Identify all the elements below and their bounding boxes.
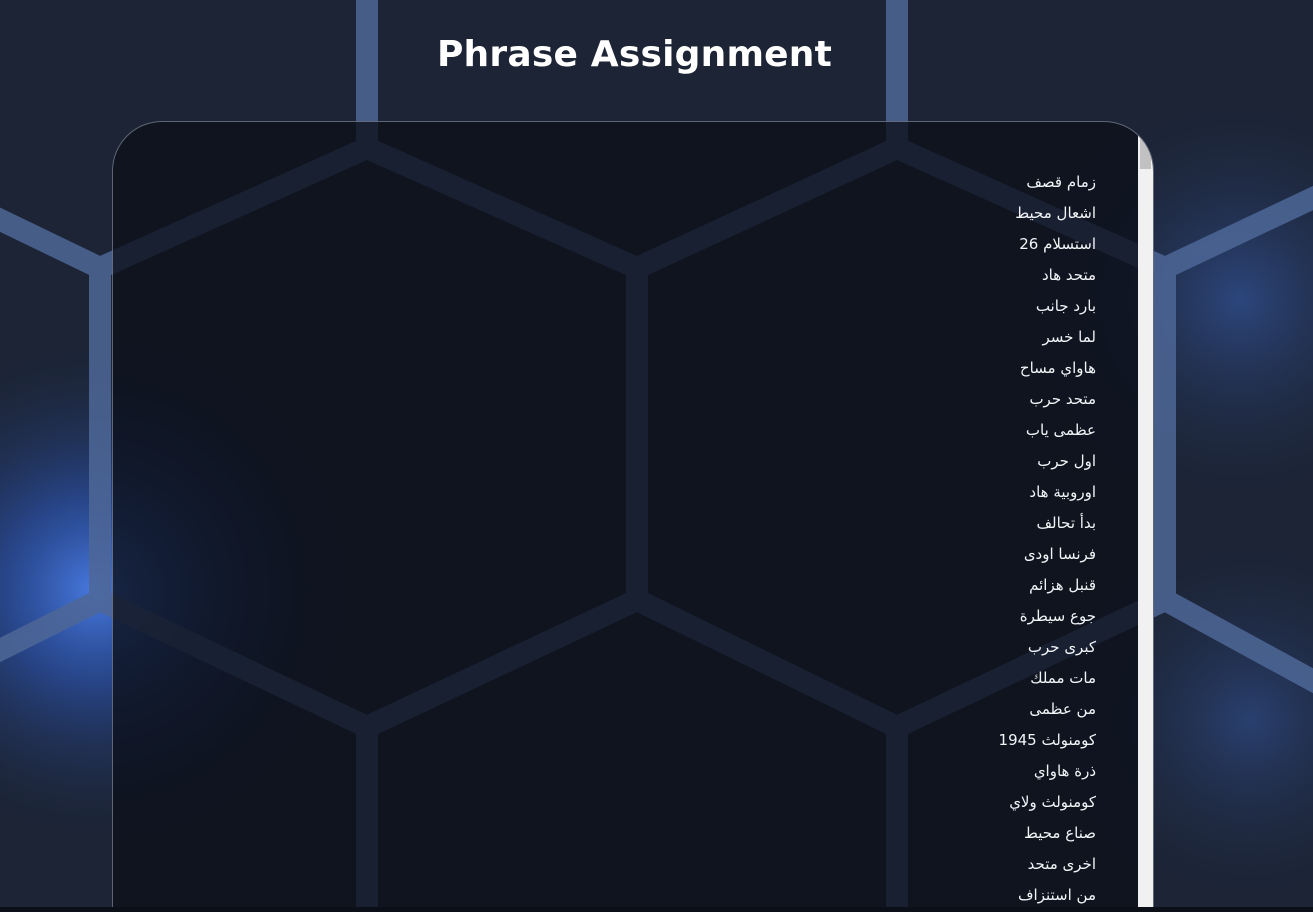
phrase-item[interactable]: متحد حرب [999,384,1096,415]
phrase-item[interactable]: كبرى حرب [999,632,1096,663]
phrase-item[interactable]: اخرى متحد [999,849,1096,880]
phrase-item[interactable]: بارد جانب [999,291,1096,322]
phrase-item[interactable]: ذرة هاواي [999,756,1096,787]
phrase-item[interactable]: اول حرب [999,446,1096,477]
phrase-item[interactable]: عظمى ياب [999,415,1096,446]
phrase-item[interactable]: كومنولث ولاي [999,787,1096,818]
phrase-item[interactable]: بدأ تحالف [999,508,1096,539]
phrase-item[interactable]: قنبل هزائم [999,570,1096,601]
page-title: Phrase Assignment [436,34,833,75]
phrase-item[interactable]: جوع سيطرة [999,601,1096,632]
scrollbar-thumb[interactable] [1140,137,1151,169]
phrase-item[interactable]: اشعال محيط [999,198,1096,229]
phrase-item[interactable]: اوروبية هاد [999,477,1096,508]
bottom-edge [0,907,1313,912]
phrase-list-panel[interactable]: زمام قصف اشعال محيط استسلام 26 متحد هاد بارد… [112,121,1154,912]
phrase-item[interactable]: استسلام 26 [999,229,1096,260]
phrase-item[interactable]: هاواي مساح [999,353,1096,384]
phrase-item[interactable]: صناع محيط [999,818,1096,849]
phrase-list: زمام قصف اشعال محيط استسلام 26 متحد هاد بارد… [999,167,1096,911]
phrase-item[interactable]: كومنولث 1945 [999,725,1096,756]
phrase-item[interactable]: زمام قصف [999,167,1096,198]
phrase-item[interactable]: لما خسر [999,322,1096,353]
phrase-item[interactable]: فرنسا اودى [999,539,1096,570]
phrase-item[interactable]: متحد هاد [999,260,1096,291]
phrase-item[interactable]: مات مملك [999,663,1096,694]
phrase-item[interactable]: من عظمى [999,694,1096,725]
scroll-up-arrow-icon[interactable] [1141,125,1149,130]
vertical-scrollbar[interactable] [1138,122,1153,912]
